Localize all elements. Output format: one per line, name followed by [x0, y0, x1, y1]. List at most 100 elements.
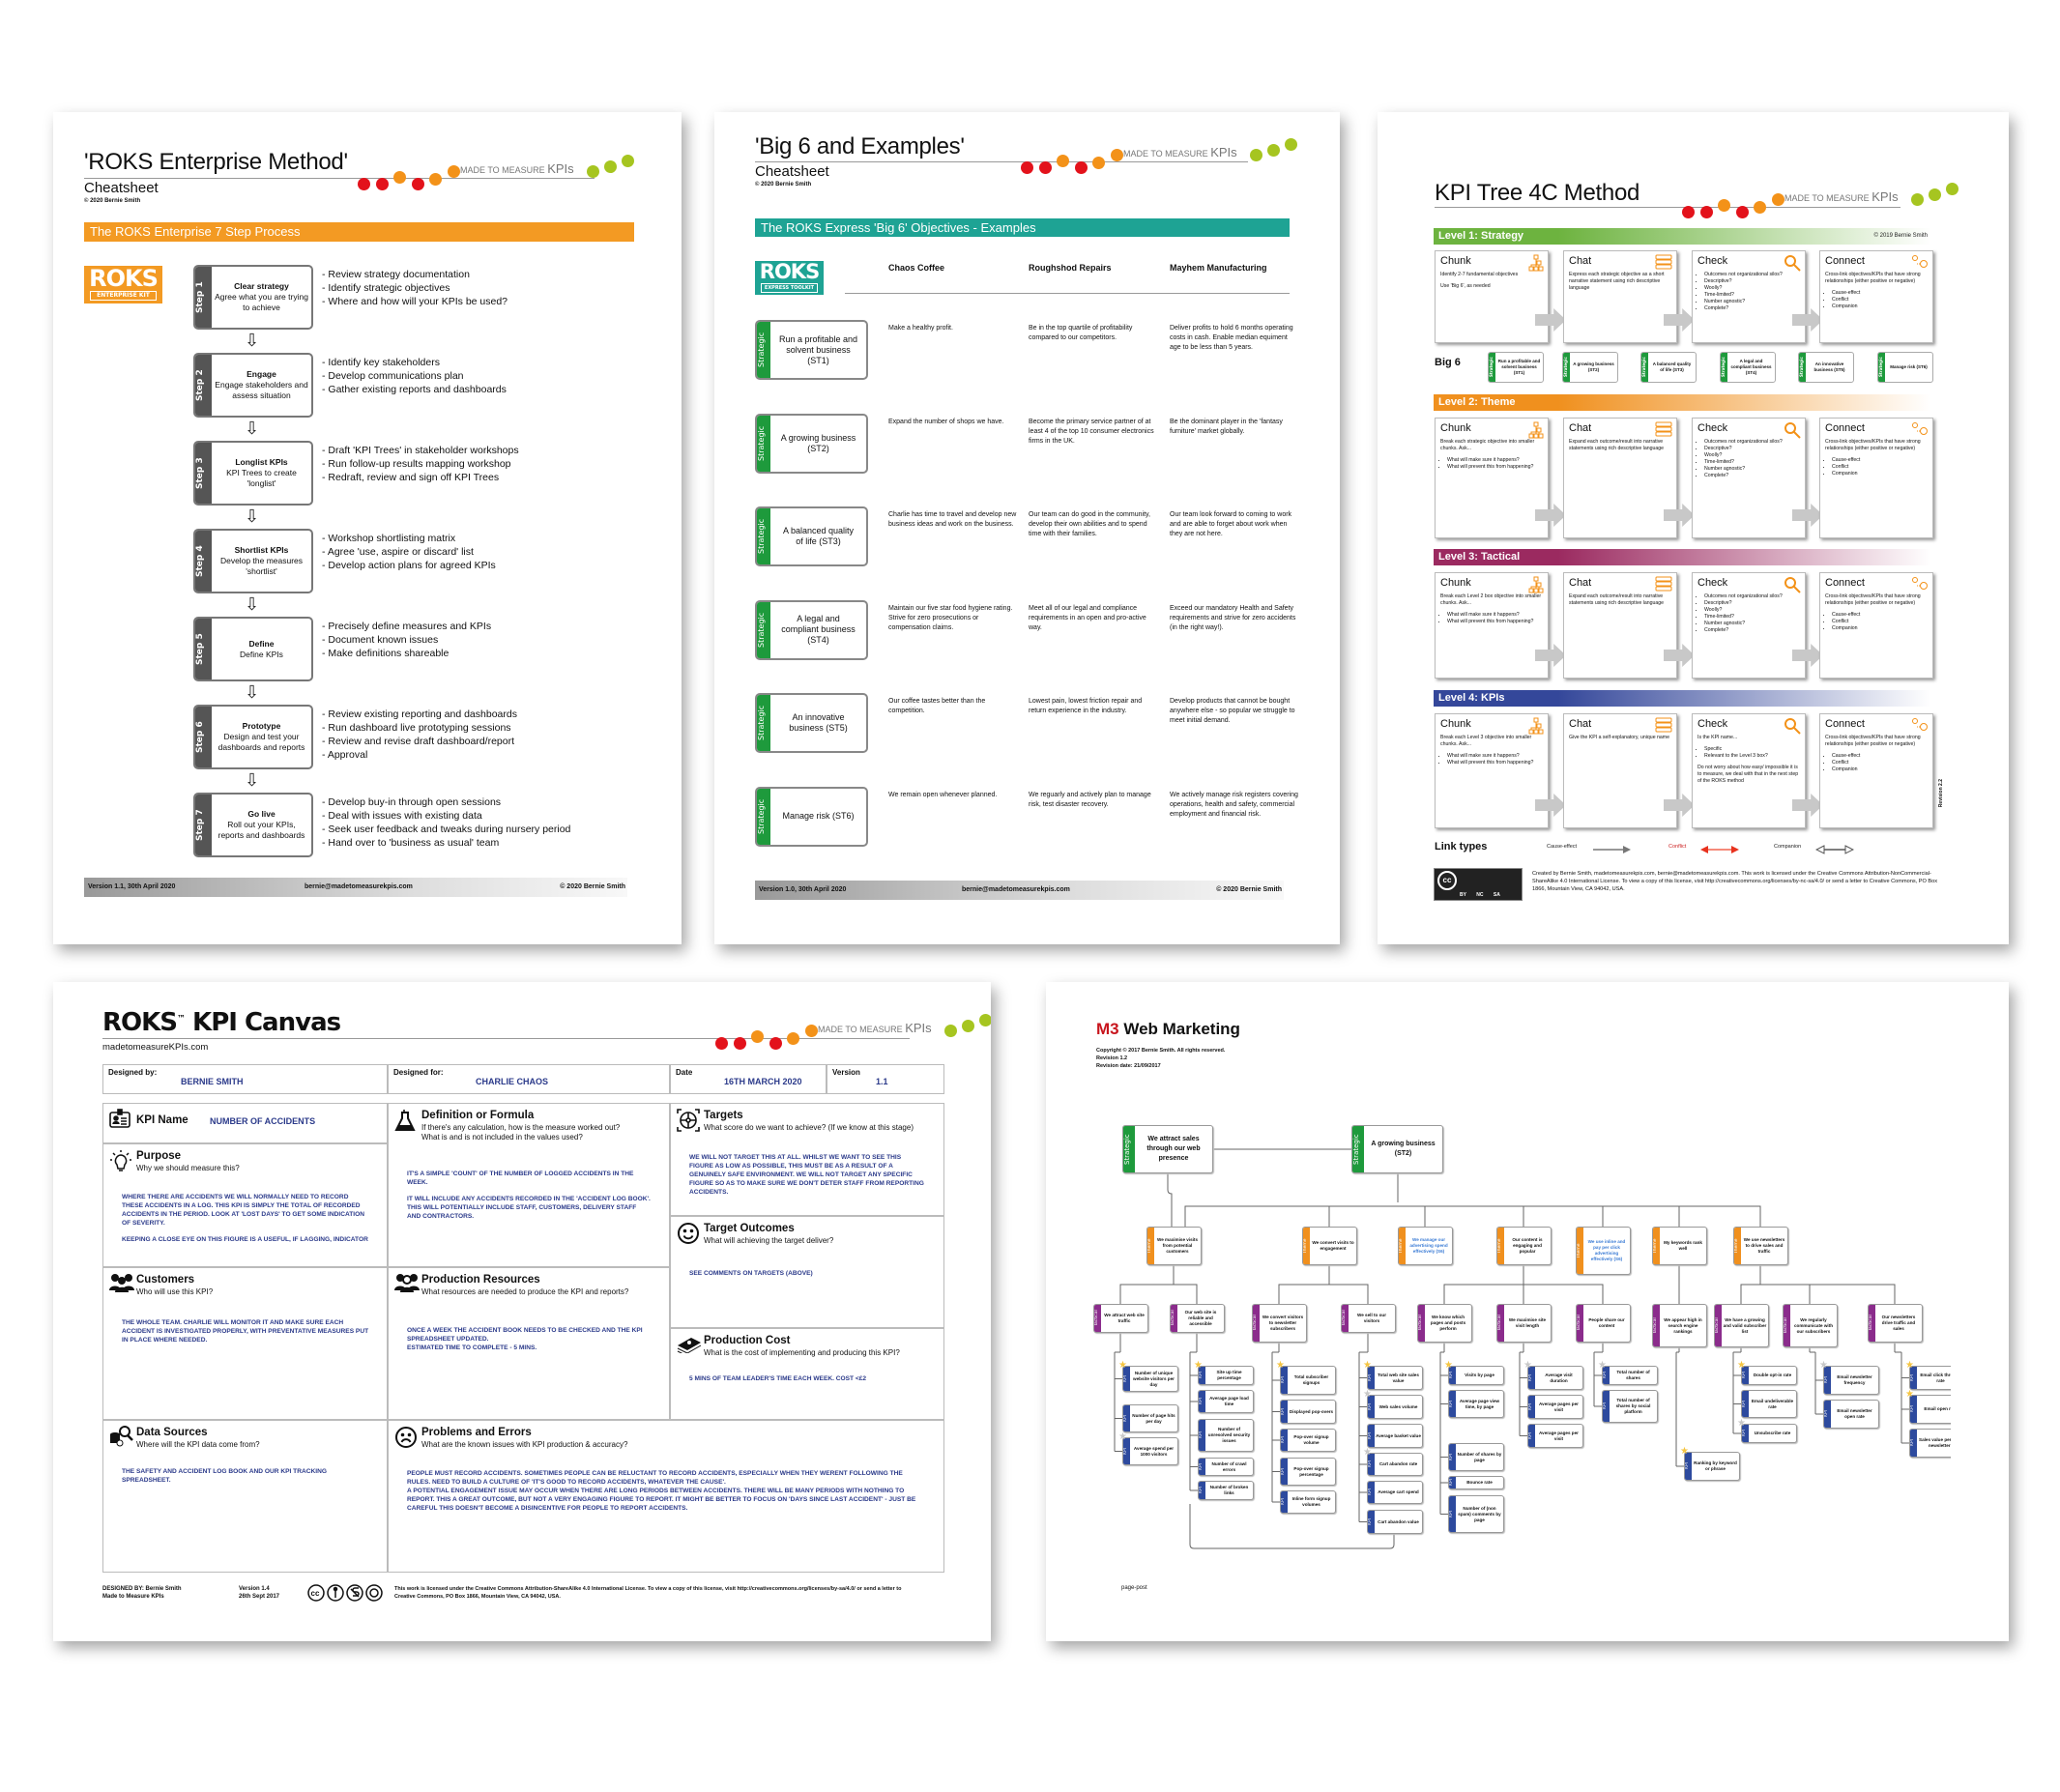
kpi-node[interactable]: KPISales value per 1000 newsletters	[1909, 1429, 1951, 1458]
kpi-node[interactable]: KPI Cart abandon rate	[1367, 1453, 1423, 1476]
kpi-node[interactable]: KPI Total subscriber signups	[1280, 1366, 1336, 1395]
canvas-field-0[interactable]: Designed by: BERNIE SMITH	[102, 1064, 388, 1094]
section-answer[interactable]: WE WILL NOT TARGET THIS AT ALL. WHILST W…	[689, 1153, 926, 1204]
section-answer[interactable]: SEE COMMENTS ON TARGETS (ABOVE)	[689, 1269, 926, 1286]
canvas-section-sources[interactable]: Data Sources Where will the KPI data come…	[102, 1420, 388, 1573]
logo-dot	[1021, 161, 1033, 174]
kpi-node[interactable]: KPI Average page view time, by page	[1448, 1390, 1504, 1418]
kpi-node[interactable]: KPI Number of page hits per day	[1122, 1404, 1178, 1432]
kpi-node[interactable]: KPI Number of crawl errors	[1198, 1458, 1254, 1476]
tactical-objective[interactable]: Tactical We attract web site traffic	[1093, 1304, 1148, 1333]
star-gold-icon: ★	[1905, 1360, 1914, 1371]
kpi-node[interactable]: KPI Average visit duration	[1527, 1366, 1583, 1390]
theme-objective[interactable]: Theme We use inline and pay per click adv…	[1576, 1227, 1631, 1275]
field-value[interactable]: 16TH MARCH 2020	[724, 1077, 802, 1086]
kpi-node[interactable]: KPI Average cart spend	[1367, 1481, 1423, 1504]
kpi-node[interactable]: KPI Visits by page	[1448, 1366, 1504, 1385]
section-answer[interactable]: THE WHOLE TEAM. CHARLIE WILL MONITOR IT …	[122, 1318, 369, 1352]
kpi-node[interactable]: KPI Number of shares by page	[1448, 1443, 1504, 1471]
kpi-node[interactable]: KPI Double opt-in rate	[1741, 1366, 1797, 1385]
section-title: Customers	[136, 1274, 195, 1286]
section-answer[interactable]: IT'S A SIMPLE 'COUNT' OF THE NUMBER OF L…	[407, 1170, 652, 1228]
tactical-objective[interactable]: Tactical We regularly communicate with ou…	[1783, 1304, 1838, 1347]
page-title: 'Big 6 and Examples'	[755, 133, 965, 159]
canvas-section-targets[interactable]: Targets What score do we want to achieve?…	[670, 1103, 944, 1216]
kpi-node[interactable]: KPI Site up time percentage	[1198, 1366, 1254, 1385]
kpi-node[interactable]: KPI Average basket value	[1367, 1424, 1423, 1448]
site-url[interactable]: madetomeasureKPIs.com	[102, 1042, 208, 1053]
footer-email[interactable]: bernie@madetomeasurekpis.com	[962, 881, 1070, 900]
kpi-node[interactable]: KPI Average pages per visit	[1527, 1395, 1583, 1419]
kpi-node[interactable]: KPI Displayed pop-overs	[1280, 1400, 1336, 1424]
theme-objective[interactable]: Theme We use newsletters to drive sales a…	[1733, 1227, 1788, 1265]
kpi-node[interactable]: KPI Total web site sales value	[1367, 1366, 1423, 1390]
tactical-objective[interactable]: Tactical We appear high in search engine …	[1652, 1304, 1707, 1347]
kpi-node[interactable]: KPI Cart abandon value	[1367, 1510, 1423, 1534]
field-value[interactable]: BERNIE SMITH	[181, 1077, 244, 1086]
strategic-objective[interactable]: Strategic We attract sales through our we…	[1122, 1125, 1213, 1173]
tactical-objective[interactable]: Tactical People share our content	[1576, 1304, 1631, 1343]
section-answer[interactable]: WHERE THERE ARE ACCIDENTS WE WILL NORMAL…	[122, 1193, 369, 1252]
canvas-section-problems[interactable]: Problems and Errors What are the known is…	[388, 1420, 944, 1573]
kpi-node[interactable]: KPI Average spend per 1000 visitors	[1122, 1437, 1178, 1465]
kpi-node[interactable]: KPIEmail click through rate	[1909, 1366, 1951, 1390]
canvas-field-1[interactable]: Designed for: CHARLIE CHAOS	[388, 1064, 670, 1094]
kpi-node[interactable]: KPI Pop-over signup volume	[1280, 1429, 1336, 1452]
kpi-node[interactable]: KPI Total number of shares by social plat…	[1602, 1390, 1658, 1423]
tactical-objective[interactable]: Tactical Our newsletters drive traffic an…	[1868, 1304, 1923, 1343]
canvas-field-3[interactable]: Version 1.1	[827, 1064, 944, 1094]
canvas-section-customers[interactable]: Customers Who will use this KPI? THE WHOLE…	[102, 1267, 388, 1420]
strategic-objective[interactable]: Strategic A growing business (ST2)	[1351, 1125, 1443, 1173]
canvas-section-purpose[interactable]: Purpose Why we should measure this? WHERE …	[102, 1143, 388, 1267]
canvas-section-cost[interactable]: Production Cost What is the cost of imple…	[670, 1328, 944, 1420]
kpi-node[interactable]: KPI Web sales volume	[1367, 1395, 1423, 1419]
page-footer-text: page-post	[1121, 1585, 1147, 1591]
kpi-node[interactable]: KPI Email newsletter open rate	[1823, 1400, 1879, 1429]
canvas-section-resources[interactable]: Production Resources What resources are n…	[388, 1267, 670, 1420]
section-answer[interactable]: ONCE A WEEK THE ACCIDENT BOOK NEEDS TO B…	[407, 1326, 652, 1360]
tactical-objective[interactable]: Tactical We have a growing and valid subs…	[1714, 1304, 1769, 1347]
step-action: Hand over to 'business as usual' team	[322, 836, 570, 850]
theme-objective[interactable]: Theme We convert visits to engagement	[1302, 1227, 1357, 1265]
kpi-node[interactable]: KPI Email newsletter frequency	[1823, 1366, 1879, 1395]
kpi-node[interactable]: KPI Email undeliverable rate	[1741, 1390, 1797, 1418]
kpi-tag: KPI	[1281, 1459, 1288, 1485]
level-copyright: © 2019 Bernie Smith	[1873, 233, 1928, 239]
kpi-node[interactable]: KPI Number of (non spam) comments by page	[1448, 1495, 1504, 1533]
kpi-node[interactable]: KPI Bounce rate	[1448, 1476, 1504, 1489]
kpi-node[interactable]: KPI Email open rate	[1909, 1395, 1951, 1424]
kpi-name-value[interactable]: NUMBER OF ACCIDENTS	[210, 1117, 315, 1126]
section-answer[interactable]: PEOPLE MUST RECORD ACCIDENTS. SOMETIMES …	[407, 1469, 926, 1520]
kpi-node[interactable]: KPI Average pages per visit	[1527, 1424, 1583, 1448]
kpi-node[interactable]: KPI Number of unresolved security issues	[1198, 1419, 1254, 1452]
kpi-node[interactable]: KPI Ranking by keyword or phrase	[1684, 1452, 1740, 1481]
theme-objective[interactable]: Theme My keywords rank well	[1652, 1227, 1707, 1265]
kpi-node[interactable]: KPI Pop-over signup percentage	[1280, 1458, 1336, 1486]
section-answer[interactable]: THE SAFETY AND ACCIDENT LOG BOOK AND OUR…	[122, 1467, 369, 1492]
theme-objective[interactable]: Theme We manage our advertising spend eff…	[1398, 1227, 1453, 1265]
footer-email[interactable]: bernie@madetomeasurekpis.com	[305, 878, 413, 897]
canvas-section-outcomes[interactable]: Target Outcomes What will achieving the t…	[670, 1216, 944, 1328]
kpi-node[interactable]: KPI Number of unique website visitors per…	[1122, 1366, 1178, 1392]
canvas-section-definition[interactable]: Definition or Formula If there's any calc…	[388, 1103, 670, 1267]
card-bullets: Outcomes not organizational silos?Descri…	[1697, 593, 1800, 634]
tactical-objective[interactable]: Tactical We sell to our visitors	[1341, 1304, 1396, 1333]
tactical-objective[interactable]: Tactical Our web site is reliable and acc…	[1170, 1304, 1225, 1333]
tactical-objective[interactable]: Tactical We convert visitors to newslette…	[1252, 1304, 1307, 1343]
kpi-node[interactable]: KPI Inline form signup volumes	[1280, 1490, 1336, 1514]
field-value[interactable]: CHARLIE CHAOS	[476, 1077, 548, 1086]
tactical-objective[interactable]: Tactical We maximise site visit length	[1496, 1304, 1552, 1343]
canvas-field-2[interactable]: Date 16TH MARCH 2020	[670, 1064, 827, 1094]
logo-dot	[1250, 149, 1262, 161]
theme-objective[interactable]: Theme We maximise visits from potential c…	[1146, 1227, 1202, 1265]
kpi-node[interactable]: KPI Average page load time	[1198, 1390, 1254, 1413]
tactical-objective[interactable]: Tactical We know which pages and posts pe…	[1417, 1304, 1472, 1343]
theme-objective[interactable]: Theme Our content is engaging and popular	[1496, 1227, 1552, 1265]
kpi-name-section[interactable]: KPI Name NUMBER OF ACCIDENTS	[102, 1103, 388, 1143]
kpi-node[interactable]: KPI Unsubscribe rate	[1741, 1424, 1797, 1443]
node-text: Total web site sales value	[1378, 1372, 1419, 1383]
section-answer[interactable]: 5 MINS OF TEAM LEADER'S TIME EACH WEEK. …	[689, 1374, 926, 1391]
kpi-node[interactable]: KPI Total number of shares	[1602, 1366, 1658, 1385]
kpi-node[interactable]: KPI Number of broken links	[1198, 1481, 1254, 1500]
field-value[interactable]: 1.1	[876, 1077, 888, 1086]
